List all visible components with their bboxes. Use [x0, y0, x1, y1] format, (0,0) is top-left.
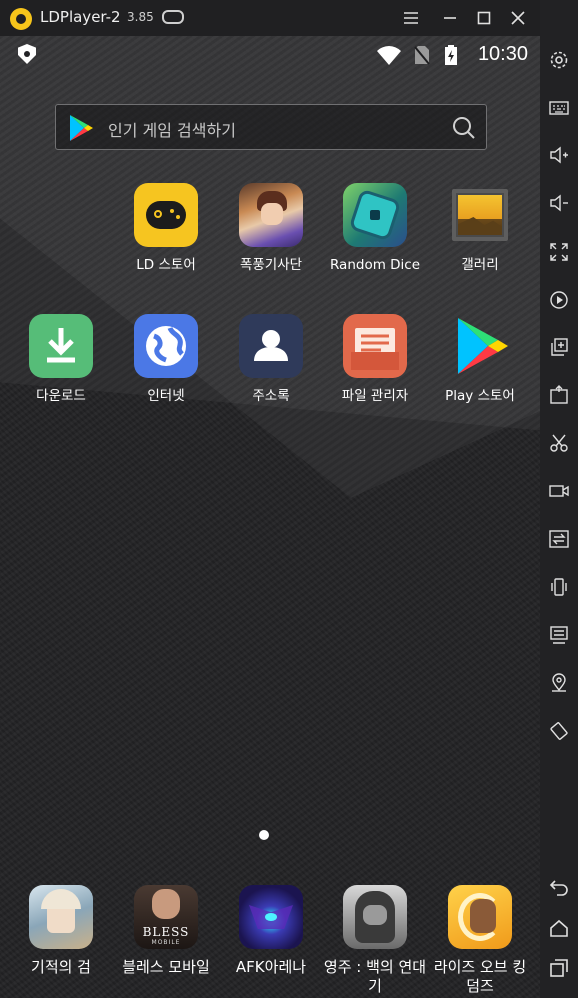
- bless-logo-text: BLESS: [142, 925, 190, 939]
- file-manager-icon: [343, 314, 407, 378]
- status-bar: 10:30: [0, 36, 540, 74]
- record-icon[interactable]: [549, 290, 569, 310]
- app-label: 폭풍기사단: [239, 257, 303, 273]
- wifi-icon: [377, 46, 401, 65]
- sync-icon[interactable]: [549, 529, 569, 549]
- app-label: AFK아레나: [235, 958, 307, 976]
- app-random-dice[interactable]: Random Dice: [323, 183, 427, 274]
- ldplayer-window: LDPlayer-2 3.85 10:30 인기 게임 검색하기 LD 스토어 …: [0, 0, 578, 998]
- volume-down-icon[interactable]: [549, 193, 569, 213]
- app-storm-knights[interactable]: 폭풍기사단: [219, 183, 323, 274]
- close-icon[interactable]: [508, 8, 528, 28]
- internet-icon: [134, 314, 198, 378]
- app-label: LD 스토어: [136, 257, 196, 273]
- app-label: Play 스토어: [445, 388, 515, 404]
- desktop-icon[interactable]: [549, 625, 569, 645]
- android-home-screen: 10:30 인기 게임 검색하기 LD 스토어 폭풍기사단 Random Dic…: [0, 36, 540, 998]
- random-dice-icon: [343, 183, 407, 247]
- bless-mobile-icon: BLESS MOBILE: [134, 885, 198, 949]
- lord-chronicle-icon: [343, 885, 407, 949]
- play-store-icon: [448, 314, 512, 378]
- search-icon[interactable]: [452, 116, 476, 140]
- fullscreen-icon[interactable]: [549, 242, 569, 262]
- rise-of-kingdoms-icon: [448, 885, 512, 949]
- app-play-store[interactable]: Play 스토어: [428, 314, 532, 405]
- maximize-icon[interactable]: [474, 8, 494, 28]
- app-label: 다운로드: [36, 388, 86, 404]
- title-bar: LDPlayer-2 3.85: [0, 0, 578, 36]
- app-label: 라이즈 오브 킹덤즈: [433, 958, 527, 995]
- app-lord-chronicle[interactable]: 영주 : 백의 연대기: [323, 885, 427, 996]
- screenshot-scissors-icon[interactable]: [549, 433, 569, 453]
- play-store-logo-icon: [70, 115, 93, 141]
- afk-arena-icon: [239, 885, 303, 949]
- back-icon[interactable]: [549, 877, 569, 897]
- app-label: 블레스 모바일: [122, 958, 210, 976]
- app-ld-store[interactable]: LD 스토어: [114, 183, 218, 274]
- bless-logo-subtext: MOBILE: [151, 939, 181, 946]
- shield-icon: [18, 44, 36, 64]
- app-afk-arena[interactable]: AFK아레나: [219, 885, 323, 977]
- side-toolbar: [540, 0, 578, 998]
- ld-store-icon: [134, 183, 198, 247]
- search-bar[interactable]: 인기 게임 검색하기: [55, 104, 487, 150]
- multi-instance-icon[interactable]: [549, 337, 569, 357]
- app-label: 영주 : 백의 연대기: [323, 958, 427, 995]
- game-knight-icon: [239, 183, 303, 247]
- recents-icon[interactable]: [549, 958, 569, 978]
- app-gallery[interactable]: 갤러리: [428, 183, 532, 274]
- download-icon: [29, 314, 93, 378]
- search-placeholder: 인기 게임 검색하기: [108, 121, 236, 140]
- status-clock: 10:30: [477, 43, 528, 65]
- gamepad-icon[interactable]: [162, 10, 184, 24]
- app-internet[interactable]: 인터넷: [114, 314, 218, 405]
- location-icon[interactable]: [549, 673, 569, 693]
- home-icon[interactable]: [549, 918, 569, 938]
- miracle-sword-icon: [29, 885, 93, 949]
- app-label: Random Dice: [329, 257, 421, 273]
- rotate-icon[interactable]: [549, 721, 569, 741]
- shake-icon[interactable]: [549, 577, 569, 597]
- settings-icon[interactable]: [549, 50, 569, 70]
- window-title: LDPlayer-2: [40, 8, 121, 26]
- app-download[interactable]: 다운로드: [9, 314, 113, 405]
- menu-icon[interactable]: [401, 8, 421, 28]
- battery-charging-icon: [445, 45, 457, 65]
- page-indicator-dot[interactable]: [259, 830, 269, 840]
- apk-install-icon[interactable]: [549, 385, 569, 405]
- ldplayer-logo-icon: [10, 8, 32, 30]
- app-bless-mobile[interactable]: BLESS MOBILE 블레스 모바일: [114, 885, 218, 977]
- app-miracle-sword[interactable]: 기적의 검: [9, 885, 113, 977]
- app-label: 인터넷: [147, 388, 185, 404]
- contacts-icon: [239, 314, 303, 378]
- app-label: 주소록: [252, 388, 290, 404]
- app-contacts[interactable]: 주소록: [219, 314, 323, 405]
- volume-up-icon[interactable]: [549, 145, 569, 165]
- gallery-icon: [448, 183, 512, 247]
- app-label: 파일 관리자: [341, 388, 409, 404]
- keyboard-icon[interactable]: [549, 98, 569, 118]
- minimize-icon[interactable]: [440, 8, 460, 28]
- video-record-icon[interactable]: [549, 481, 569, 501]
- window-version: 3.85: [127, 10, 154, 24]
- no-sim-icon: [414, 46, 430, 65]
- app-label: 기적의 검: [31, 958, 91, 976]
- app-rise-of-kingdoms[interactable]: 라이즈 오브 킹덤즈: [428, 885, 532, 996]
- app-label: 갤러리: [461, 257, 499, 273]
- app-file-manager[interactable]: 파일 관리자: [323, 314, 427, 405]
